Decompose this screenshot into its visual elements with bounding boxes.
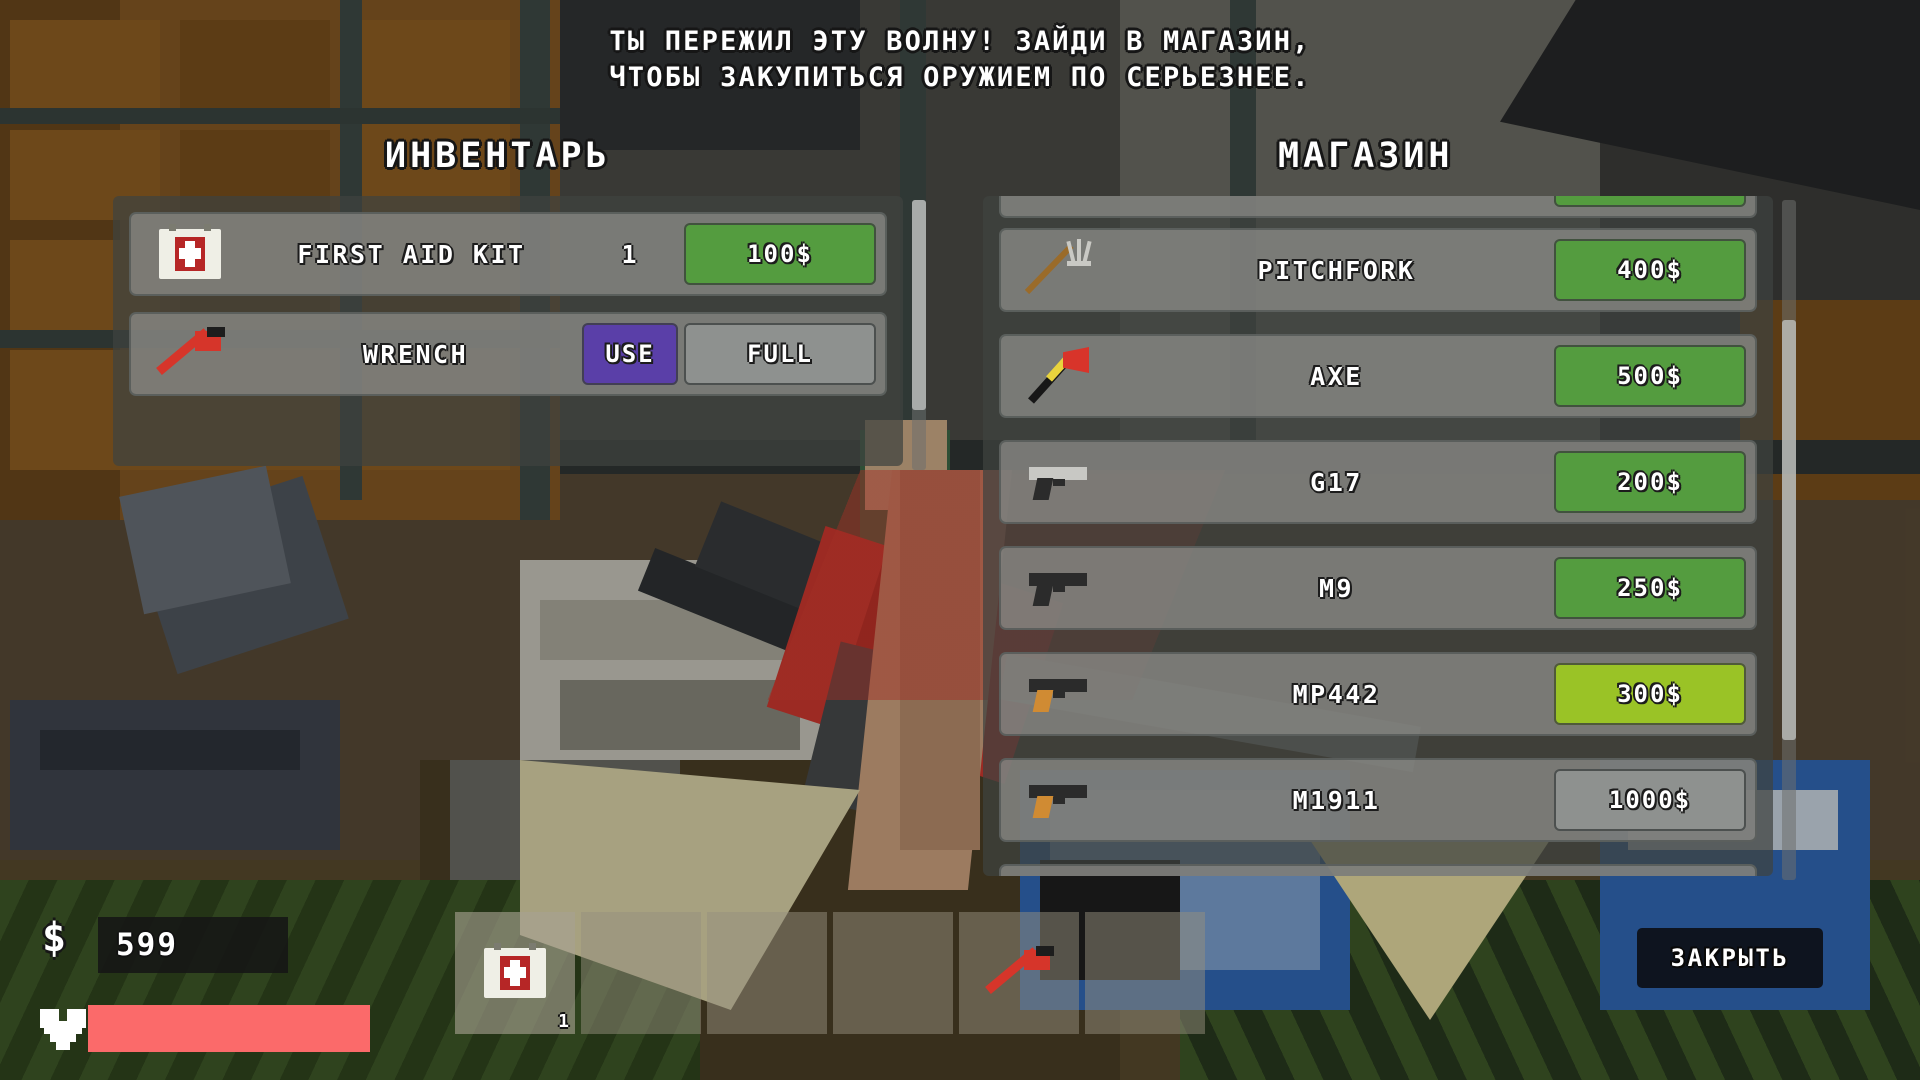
shop-price-button-hovered[interactable]: 300$ xyxy=(1554,663,1746,725)
shop-price-button-partial[interactable] xyxy=(1554,196,1746,207)
inventory-scrollbar-thumb[interactable] xyxy=(912,200,926,410)
banner-line-1: ТЫ ПЕРЕЖИЛ ЭТУ ВОЛНУ! ЗАЙДИ В МАГАЗИН, xyxy=(609,26,1311,57)
shop-item-name: AXE xyxy=(1310,361,1363,391)
inventory-row-first-aid-kit[interactable]: FIRST AID KIT 1 100$ xyxy=(129,212,887,296)
wave-complete-banner: ТЫ ПЕРЕЖИЛ ЭТУ ВОЛНУ! ЗАЙДИ В МАГАЗИН, Ч… xyxy=(0,24,1920,95)
shop-row-scrolled-partial[interactable] xyxy=(999,196,1757,218)
pistol-tan-icon xyxy=(1001,779,1119,821)
pitchfork-icon xyxy=(1001,239,1119,301)
hotbar-slot-4[interactable] xyxy=(833,912,953,1034)
shop-price-button-disabled[interactable]: 1000$ xyxy=(1554,769,1746,831)
shop-overlay: ТЫ ПЕРЕЖИЛ ЭТУ ВОЛНУ! ЗАЙДИ В МАГАЗИН, Ч… xyxy=(0,0,1920,1080)
hotbar-slot-count: 1 xyxy=(558,1011,569,1032)
close-button[interactable]: ЗАКРЫТЬ xyxy=(1637,928,1823,988)
shop-row-mp442[interactable]: MP442 300$ xyxy=(999,652,1757,736)
pistol-silver-icon xyxy=(1001,461,1119,503)
shop-row-g17[interactable]: G17 200$ xyxy=(999,440,1757,524)
inventory-item-name: FIRST AID KIT xyxy=(297,239,526,269)
inventory-title: ИНВЕНТАРЬ xyxy=(385,136,611,176)
shop-item-name: G17 xyxy=(1310,467,1363,497)
wrench-icon xyxy=(984,944,1054,1002)
medkit-icon xyxy=(131,224,249,279)
money-display: 599 xyxy=(98,917,288,973)
shop-item-name: PITCHFORK xyxy=(1257,255,1416,285)
shop-price-button[interactable]: 400$ xyxy=(1554,239,1746,301)
hotbar-slot-6[interactable] xyxy=(1085,912,1205,1034)
shop-title: МАГАЗИН xyxy=(1278,136,1454,176)
full-button[interactable]: FULL xyxy=(684,323,876,385)
wrench-icon xyxy=(131,325,249,383)
shop-panel: PITCHFORK 400$ AXE 500$ G17 200$ M9 250$ xyxy=(983,196,1773,876)
inventory-item-qty: 1 xyxy=(621,239,637,269)
pistol-tan-icon xyxy=(1001,673,1119,715)
inventory-price-button[interactable]: 100$ xyxy=(684,223,876,285)
shop-price-button[interactable]: 500$ xyxy=(1554,345,1746,407)
use-button[interactable]: USE xyxy=(582,323,678,385)
medkit-icon xyxy=(484,943,546,998)
shop-price-button[interactable]: 200$ xyxy=(1554,451,1746,513)
dollar-icon: $ xyxy=(42,915,67,961)
shop-scrollbar-thumb[interactable] xyxy=(1782,320,1796,740)
hotbar: 1 xyxy=(455,912,1205,1034)
inventory-panel: FIRST AID KIT 1 100$ WRENCH USE FULL xyxy=(113,196,903,466)
shop-row-m1911[interactable]: M1911 1000$ xyxy=(999,758,1757,842)
inventory-scrollbar-track[interactable] xyxy=(912,200,926,470)
heart-icon xyxy=(40,1005,86,1050)
inventory-item-name: WRENCH xyxy=(362,339,469,369)
shop-item-name: M1911 xyxy=(1292,785,1381,815)
shop-row-axe[interactable]: AXE 500$ xyxy=(999,334,1757,418)
hotbar-slot-3[interactable] xyxy=(707,912,827,1034)
money-value: 599 xyxy=(116,927,178,963)
shop-scrollbar-track[interactable] xyxy=(1782,200,1796,880)
shop-item-name: MP442 xyxy=(1292,679,1381,709)
hotbar-slot-1[interactable]: 1 xyxy=(455,912,575,1034)
inventory-row-wrench[interactable]: WRENCH USE FULL xyxy=(129,312,887,396)
shop-item-name: M9 xyxy=(1318,573,1355,603)
shop-price-button[interactable]: 250$ xyxy=(1554,557,1746,619)
health-bar xyxy=(88,1005,370,1052)
shop-row-next-partial[interactable] xyxy=(999,864,1757,876)
shop-row-pitchfork[interactable]: PITCHFORK 400$ xyxy=(999,228,1757,312)
shop-row-m9[interactable]: M9 250$ xyxy=(999,546,1757,630)
hotbar-slot-2[interactable] xyxy=(581,912,701,1034)
hotbar-slot-5[interactable] xyxy=(959,912,1079,1034)
pistol-black-icon xyxy=(1001,567,1119,609)
axe-icon xyxy=(1001,345,1119,407)
banner-line-2: ЧТОБЫ ЗАКУПИТЬСЯ ОРУЖИЕМ ПО СЕРЬЕЗНЕЕ. xyxy=(609,61,1311,93)
